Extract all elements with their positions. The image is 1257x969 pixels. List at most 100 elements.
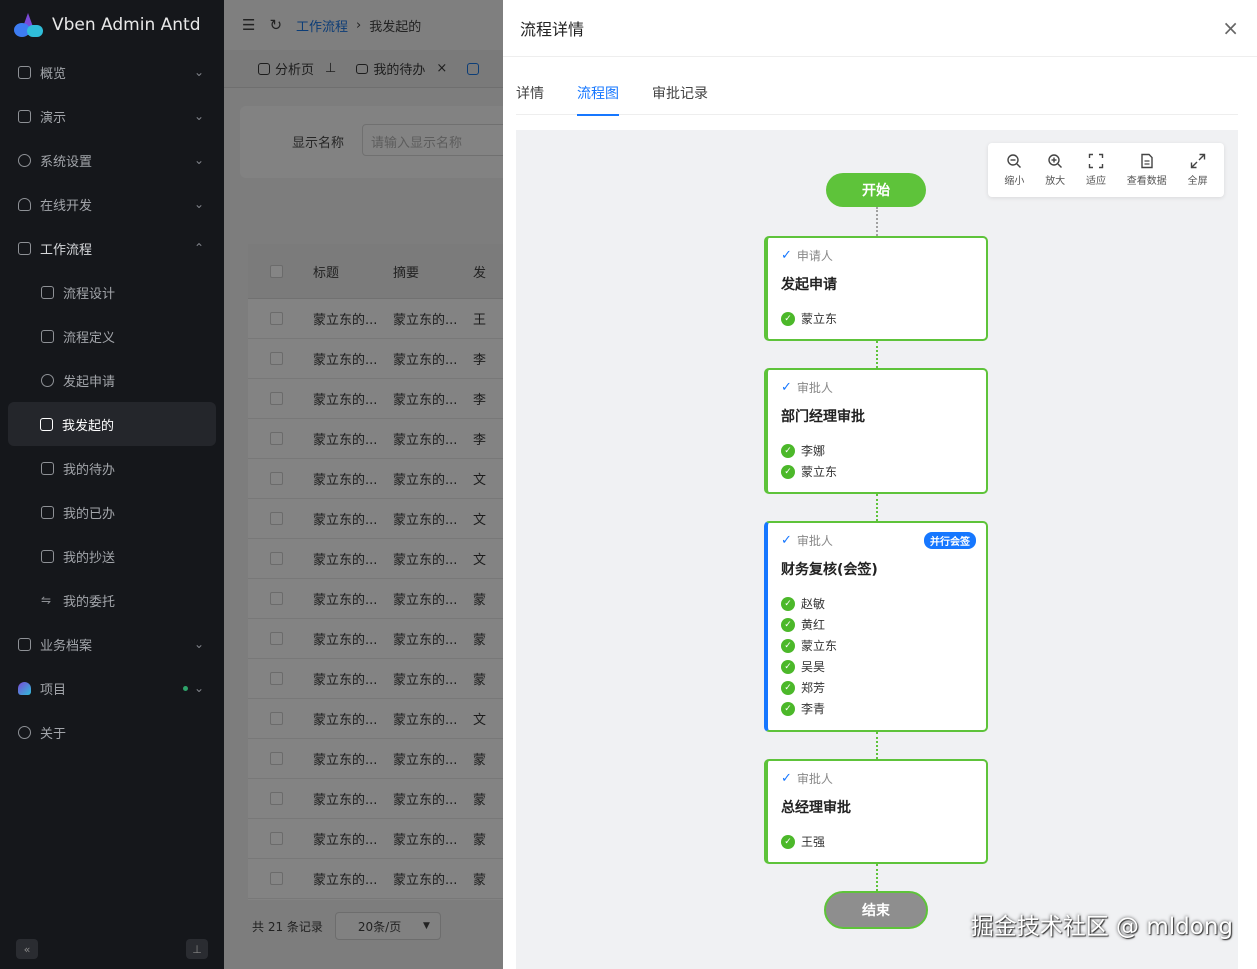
table-row[interactable]: 蒙立东的... 蒙立东的... 文 [248,699,503,739]
total-records: 共 21 条记录 [252,919,323,934]
table-row[interactable]: 蒙立东的... 蒙立东的... 蒙 [248,779,503,819]
row-checkbox[interactable] [270,392,283,405]
tab-my-todo[interactable]: 我的待办 × [346,59,457,78]
chevron-down-icon: ⌄ [193,197,204,211]
watermark: 掘金技术社区 @ mldong [970,914,1233,940]
logo-icon [14,13,44,37]
table-row[interactable]: 蒙立东的... 蒙立东的... 文 [248,459,503,499]
sidebar-item-my-delegate[interactable]: ⇋ 我的委托 [0,578,224,622]
tab-flowchart[interactable]: 流程图 [577,74,619,116]
row-checkbox[interactable] [270,672,283,685]
fullscreen-button[interactable]: 全屏 [1188,153,1208,187]
flow-canvas[interactable]: 缩小 放大 适应 查看数据 全屏 开始 ✓ 申请人 发起申请 ✓ 蒙立东 ✓ 审… [516,130,1238,969]
sidebar-item-demo[interactable]: 演示 ⌄ [0,94,224,138]
table-row[interactable]: 蒙立东的... 蒙立东的... 李 [248,379,503,419]
display-name-input[interactable]: 请输入显示名称 [362,124,503,156]
row-checkbox[interactable] [270,632,283,645]
sidebar-item-about[interactable]: 关于 [0,710,224,754]
table-row[interactable]: 蒙立东的... 蒙立东的... 李 [248,339,503,379]
sidebar-item-settings[interactable]: 系统设置 ⌄ [0,138,224,182]
select-all-checkbox[interactable] [270,264,283,278]
sidebar-item-my-todo[interactable]: 我的待办 [0,446,224,490]
table-row[interactable]: 蒙立东的... 蒙立东的... 蒙 [248,579,503,619]
zoom-in-button[interactable]: 放大 [1045,153,1065,187]
column-summary[interactable]: 摘要 [393,262,473,281]
connector [876,864,878,891]
app-logo[interactable]: Vben Admin Antd [0,0,224,50]
end-node[interactable]: 结束 [824,891,928,929]
row-checkbox[interactable] [270,512,283,525]
tab-analysis[interactable]: 分析页 ⊥ [248,59,346,78]
sidebar-item-process-definition[interactable]: 流程定义 [0,314,224,358]
tab-my-initiated[interactable] [457,62,489,75]
sidebar-item-my-cc[interactable]: 我的抄送 [0,534,224,578]
cell-title: 蒙立东的... [313,633,378,648]
view-data-button[interactable]: 查看数据 [1127,153,1167,187]
flow-node-apply[interactable]: ✓ 申请人 发起申请 ✓ 蒙立东 [764,236,988,341]
drawer-header: 流程详情 × [503,0,1257,57]
cell-summary: 蒙立东的... [393,433,458,448]
row-checkbox[interactable] [270,472,283,485]
start-node[interactable]: 开始 [826,173,926,207]
pin-icon[interactable]: ⊥ [325,61,336,76]
check-icon: ✓ [781,771,792,786]
sidebar-item-online-dev[interactable]: 在线开发 ⌄ [0,182,224,226]
tab-detail[interactable]: 详情 [516,74,544,115]
flow-node-general-manager[interactable]: ✓ 审批人 总经理审批 ✓ 王强 [764,759,988,864]
row-checkbox[interactable] [270,592,283,605]
sidebar-item-process-design[interactable]: 流程设计 [0,270,224,314]
sidebar-item-my-initiated[interactable]: 我发起的 [8,402,216,446]
sidebar-item-workflow[interactable]: 工作流程 ⌃ [0,226,224,270]
edit-icon [467,62,480,75]
gear-icon [18,153,31,167]
fit-view-button[interactable]: 适应 [1086,153,1106,187]
sidebar-item-business-archive[interactable]: 业务档案 ⌄ [0,622,224,666]
menu-toggle-icon[interactable]: ☰ [242,16,255,34]
sidebar-item-my-done[interactable]: 我的已办 [0,490,224,534]
tab-approval-records[interactable]: 审批记录 [652,74,708,115]
row-checkbox[interactable] [270,872,283,885]
cell-initiator: 蒙 [473,753,487,768]
demo-icon [18,109,31,123]
breadcrumb-workflow[interactable]: 工作流程 [296,16,348,35]
table-row[interactable]: 蒙立东的... 蒙立东的... 蒙 [248,619,503,659]
close-icon[interactable]: × [1222,16,1239,40]
row-checkbox[interactable] [270,832,283,845]
row-checkbox[interactable] [270,752,283,765]
row-checkbox[interactable] [270,552,283,565]
sidebar-item-project[interactable]: 项目 ⌄ [0,666,224,710]
pin-icon[interactable]: ⊥ [186,939,208,959]
table-row[interactable]: 蒙立东的... 蒙立东的... 李 [248,419,503,459]
row-checkbox[interactable] [270,712,283,725]
column-title[interactable]: 标题 [313,262,393,281]
row-checkbox[interactable] [270,792,283,805]
close-icon[interactable]: × [436,61,447,76]
page-size-select[interactable]: 20条/页 ▼ [334,912,441,940]
table-row[interactable]: 蒙立东的... 蒙立东的... 蒙 [248,659,503,699]
check-circle-icon: ✓ [781,638,795,653]
collapse-sidebar-button[interactable]: « [16,939,38,959]
cell-title: 蒙立东的... [313,673,378,688]
drawer-title: 流程详情 [520,20,585,39]
node-person: ✓ 王强 [781,831,973,852]
table-row[interactable]: 蒙立东的... 蒙立东的... 蒙 [248,819,503,859]
table-row[interactable]: 蒙立东的... 蒙立东的... 王 [248,299,503,339]
cell-summary: 蒙立东的... [393,393,458,408]
column-initiator[interactable]: 发 [473,262,503,281]
row-checkbox[interactable] [270,352,283,365]
table-row[interactable]: 蒙立东的... 蒙立东的... 蒙 [248,739,503,779]
cell-title: 蒙立东的... [313,513,378,528]
sidebar-item-start-request[interactable]: 发起申请 [0,358,224,402]
sidebar-item-overview[interactable]: 概览 ⌄ [0,50,224,94]
row-checkbox[interactable] [270,312,283,325]
mail-icon [356,63,369,74]
table-row[interactable]: 蒙立东的... 蒙立东的... 文 [248,539,503,579]
flow-node-finance-review[interactable]: 并行会签 ✓ 审批人 财务复核(会签) ✓ 赵敏 ✓ 黄红 ✓ 蒙立东 ✓ 吴昊 ✓ 郑芳 … [764,521,988,732]
row-checkbox[interactable] [270,432,283,445]
flow-node-dept-manager[interactable]: ✓ 审批人 部门经理审批 ✓ 李娜 ✓ 蒙立东 [764,368,988,494]
table-row[interactable]: 蒙立东的... 蒙立东的... 文 [248,499,503,539]
zoom-out-button[interactable]: 缩小 [1004,153,1024,187]
refresh-icon[interactable]: ↻ [269,16,282,34]
cell-initiator: 文 [473,713,487,728]
table-row[interactable]: 蒙立东的... 蒙立东的... 蒙 [248,859,503,899]
